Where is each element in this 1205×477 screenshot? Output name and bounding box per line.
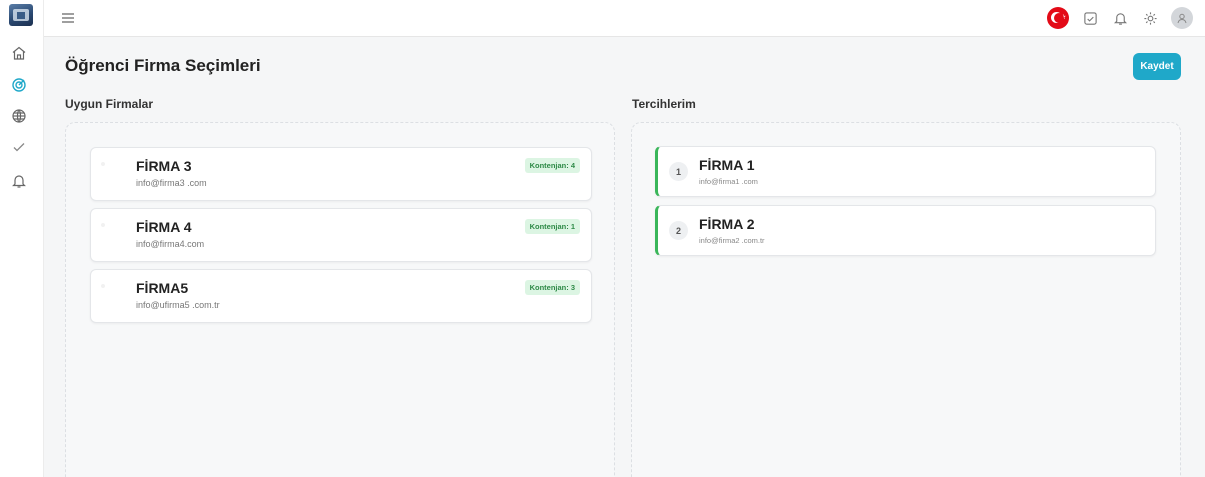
quota-badge: Kontenjan: 1 xyxy=(524,219,580,234)
sidebar xyxy=(0,0,44,477)
menu-icon[interactable] xyxy=(60,10,76,26)
firm-name: FİRMA 3 xyxy=(136,158,192,174)
firm-name: FİRMA5 xyxy=(136,280,189,296)
available-firms-title: Uygun Firmalar xyxy=(65,97,154,111)
home-icon[interactable] xyxy=(10,44,28,62)
firm-card[interactable]: FİRMA5 info@ufirma5 .com.tr Kontenjan: 3 xyxy=(90,269,592,323)
top-bar: ★ xyxy=(44,0,1205,37)
quota-badge: Kontenjan: 3 xyxy=(524,280,580,295)
drag-handle[interactable] xyxy=(101,284,105,288)
preference-card[interactable]: 1 FİRMA 1 info@firma1 .com xyxy=(655,146,1156,197)
firm-email: info@ufirma5 .com.tr xyxy=(136,300,220,310)
drag-handle[interactable] xyxy=(101,223,105,227)
check-icon[interactable] xyxy=(10,138,28,156)
quota-badge: Kontenjan: 4 xyxy=(524,158,580,173)
firm-card[interactable]: FİRMA 3 info@firma3 .com Kontenjan: 4 xyxy=(90,147,592,201)
save-button[interactable]: Kaydet xyxy=(1133,53,1181,80)
rank-badge: 2 xyxy=(669,221,688,240)
target-icon[interactable] xyxy=(10,76,28,94)
firm-email: info@firma1 .com xyxy=(699,177,758,186)
app-logo[interactable] xyxy=(9,4,33,26)
preferences-title: Tercihlerim xyxy=(632,97,696,111)
firm-card[interactable]: FİRMA 4 info@firma4.com Kontenjan: 1 xyxy=(90,208,592,262)
drag-handle[interactable] xyxy=(101,162,105,166)
page-title: Öğrenci Firma Seçimleri xyxy=(65,56,261,75)
firm-name: FİRMA 2 xyxy=(699,216,755,232)
preference-card[interactable]: 2 FİRMA 2 info@firma2 .com.tr xyxy=(655,205,1156,256)
firm-email: info@firma2 .com.tr xyxy=(699,236,765,245)
notifications-bell-icon[interactable] xyxy=(1111,9,1129,27)
firm-name: FİRMA 4 xyxy=(136,219,192,235)
turkey-flag-icon[interactable]: ★ xyxy=(1047,7,1069,29)
gear-icon[interactable] xyxy=(1141,9,1159,27)
bell-icon[interactable] xyxy=(10,172,28,190)
firm-email: info@firma3 .com xyxy=(136,178,207,188)
available-firms-panel: FİRMA 3 info@firma3 .com Kontenjan: 4 Fİ… xyxy=(65,122,615,477)
firm-email: info@firma4.com xyxy=(136,239,205,249)
checkbox-icon[interactable] xyxy=(1081,9,1099,27)
user-avatar-icon[interactable] xyxy=(1171,7,1193,29)
globe-icon[interactable] xyxy=(10,107,28,125)
firm-name: FİRMA 1 xyxy=(699,157,755,173)
rank-badge: 1 xyxy=(669,162,688,181)
top-bar-actions: ★ xyxy=(1047,5,1193,31)
